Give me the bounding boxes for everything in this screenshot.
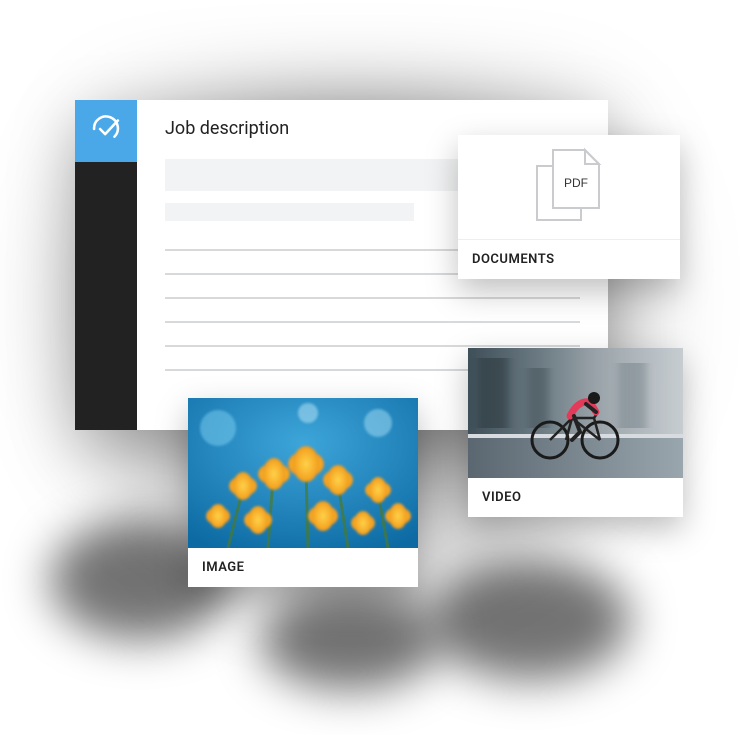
backdrop-shadow-fragment [260,590,440,690]
pdf-file-icon: PDF [523,144,615,230]
video-card[interactable]: VIDEO [468,348,683,517]
image-thumbnail [188,398,418,548]
card-label: VIDEO [468,478,683,517]
backdrop-shadow-fragment [430,560,630,680]
svg-text:PDF: PDF [564,176,588,190]
text-line-placeholder [165,321,580,323]
text-line-placeholder [165,345,580,347]
card-label: DOCUMENTS [458,240,680,279]
editor-subtoolbar-placeholder [165,203,414,221]
video-thumbnail [468,348,683,478]
image-card[interactable]: IMAGE [188,398,418,587]
canvas: Job description PDF [0,0,750,735]
checkmark-circle-icon [89,112,123,150]
text-line-placeholder [165,369,489,371]
editor-sidebar [75,100,137,430]
card-label: IMAGE [188,548,418,587]
documents-card[interactable]: PDF DOCUMENTS [458,135,680,279]
documents-thumbnail: PDF [458,135,680,240]
text-line-placeholder [165,297,580,299]
app-logo[interactable] [75,100,137,162]
